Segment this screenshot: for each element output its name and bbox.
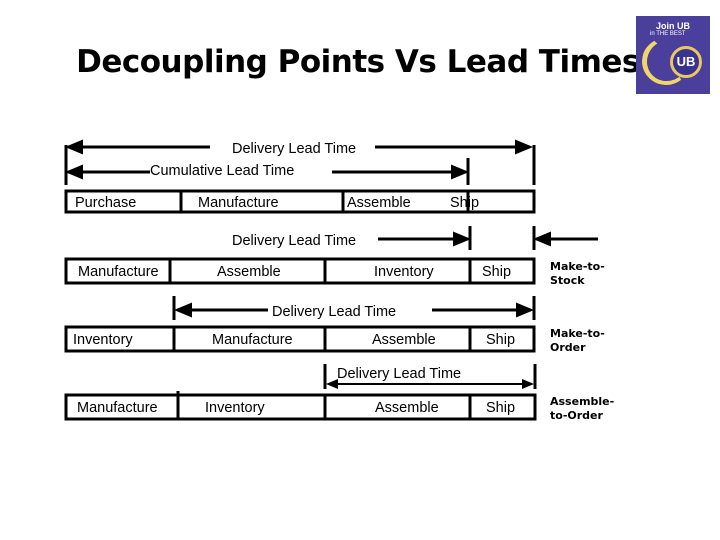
- cell-label: Ship: [482, 264, 511, 280]
- cell-label: Manufacture: [198, 195, 279, 211]
- cell-label: Inventory: [374, 264, 434, 280]
- cell-label: Ship: [450, 195, 479, 211]
- cell-label: Assemble: [347, 195, 411, 211]
- delivery-lead-time-label: Delivery Lead Time: [232, 141, 356, 157]
- cell-label: Manufacture: [78, 264, 159, 280]
- cumulative-lead-time-label: Cumulative Lead Time: [150, 163, 294, 179]
- cell-label: Manufacture: [77, 400, 158, 416]
- cell-label: Ship: [486, 332, 515, 348]
- strategy-label: Stock: [550, 274, 585, 287]
- cell-label: Purchase: [75, 195, 136, 211]
- process-bar: [64, 325, 536, 353]
- cell-label: Assemble: [375, 400, 439, 416]
- cell-label: Manufacture: [212, 332, 293, 348]
- strategy-label: Make-to-: [550, 327, 605, 340]
- strategy-label: Assemble-: [550, 395, 614, 408]
- delivery-lead-time-label: Delivery Lead Time: [272, 304, 396, 320]
- cell-label: Inventory: [73, 332, 133, 348]
- cell-label: Inventory: [205, 400, 265, 416]
- delivery-lead-time-label: Delivery Lead Time: [232, 233, 356, 249]
- cell-label: Assemble: [372, 332, 436, 348]
- delivery-lead-time-label: Delivery Lead Time: [337, 366, 461, 382]
- cell-label: Ship: [486, 400, 515, 416]
- strategy-label: Order: [550, 341, 586, 354]
- strategy-label: to-Order: [550, 409, 603, 422]
- strategy-label: Make-to-: [550, 260, 605, 273]
- lead-time-diagram: Delivery Lead Time Cumulative Lead Time …: [64, 139, 614, 422]
- cell-label: Assemble: [217, 264, 281, 280]
